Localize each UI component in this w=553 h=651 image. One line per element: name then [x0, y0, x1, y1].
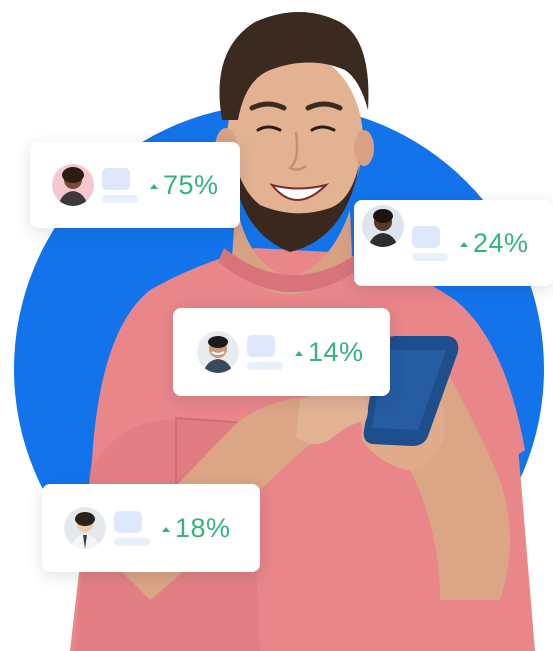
stat-card: 14% — [173, 308, 390, 396]
stat-text: 24% — [473, 227, 529, 258]
name-placeholder — [114, 510, 150, 546]
avatar — [197, 331, 239, 373]
stat-card: 75% — [30, 142, 240, 228]
name-placeholder — [247, 334, 283, 370]
up-triangle-icon — [295, 350, 303, 356]
stat-value: 75% — [150, 170, 219, 201]
up-triangle-icon — [460, 241, 468, 247]
name-placeholder — [102, 167, 138, 203]
hero-illustration: 75% 24% 14% 18% — [0, 0, 553, 651]
up-triangle-icon — [150, 183, 158, 189]
stat-value: 14% — [295, 337, 364, 368]
ear-right — [354, 130, 374, 166]
stat-card: 18% — [42, 484, 260, 572]
stat-value: 24% — [460, 228, 529, 259]
placeholder-block — [102, 167, 130, 190]
placeholder-line — [102, 194, 138, 203]
avatar — [52, 164, 94, 206]
up-triangle-icon — [162, 526, 170, 532]
name-placeholder — [412, 225, 448, 261]
placeholder-line — [114, 537, 150, 546]
avatar — [362, 205, 404, 247]
stat-card: 24% — [354, 200, 553, 286]
avatar — [64, 507, 106, 549]
placeholder-block — [247, 334, 275, 357]
placeholder-line — [412, 252, 448, 261]
stat-text: 18% — [175, 512, 231, 543]
placeholder-block — [114, 510, 142, 533]
placeholder-line — [247, 361, 283, 370]
stat-text: 14% — [308, 336, 364, 367]
stat-text: 75% — [163, 169, 219, 200]
stat-value: 18% — [162, 513, 231, 544]
placeholder-block — [412, 225, 440, 248]
